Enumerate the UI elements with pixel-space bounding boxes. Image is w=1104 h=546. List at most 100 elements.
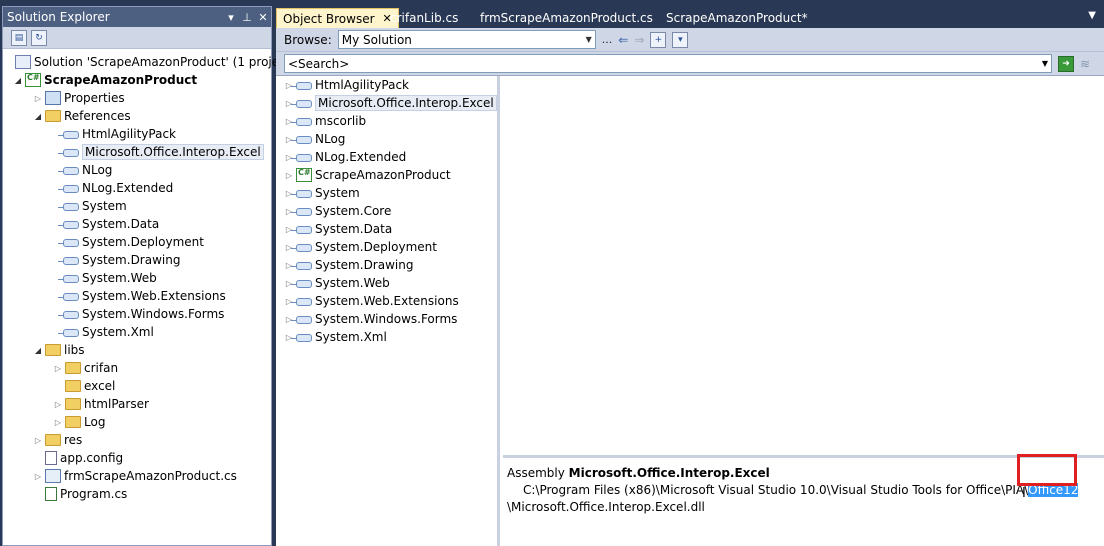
collapsed-arrow-icon[interactable]: ▷ bbox=[33, 472, 43, 481]
object-browser-search-row: <Search> ▼ ➜ ≋ bbox=[276, 52, 1104, 76]
search-go-icon[interactable]: ➜ bbox=[1058, 55, 1074, 72]
collapsed-arrow-icon[interactable]: ▷ bbox=[284, 117, 294, 126]
customize-ellipsis-button[interactable]: ... bbox=[602, 33, 613, 46]
settings-dropdown-icon[interactable]: ▾ bbox=[672, 31, 689, 48]
object-item[interactable]: ▷ System.Windows.Forms bbox=[284, 310, 458, 328]
tree-item-properties[interactable]: ▷ Properties bbox=[33, 89, 125, 107]
clear-search-icon[interactable]: ≋ bbox=[1080, 57, 1090, 71]
object-item[interactable]: ▷ mscorlib bbox=[284, 112, 366, 130]
object-item[interactable]: ▷ System.Data bbox=[284, 220, 392, 238]
description-heading: Assembly Microsoft.Office.Interop.Excel bbox=[507, 465, 1100, 482]
tree-item-program[interactable]: Program.cs bbox=[43, 485, 127, 503]
collapsed-arrow-icon[interactable]: ▷ bbox=[53, 418, 63, 427]
collapsed-arrow-icon[interactable]: ▷ bbox=[284, 243, 294, 252]
object-item[interactable]: ▷ NLog.Extended bbox=[284, 148, 406, 166]
tree-item-app-config[interactable]: app.config bbox=[43, 449, 123, 467]
pin-icon[interactable]: ▾ bbox=[223, 11, 239, 24]
collapsed-arrow-icon[interactable]: ▷ bbox=[284, 279, 294, 288]
browse-scope-value: My Solution bbox=[341, 32, 412, 47]
properties-icon[interactable]: ▤ bbox=[11, 29, 27, 46]
folder-icon bbox=[65, 416, 81, 428]
search-input[interactable]: <Search> ▼ bbox=[284, 54, 1052, 73]
collapsed-arrow-icon[interactable]: ▷ bbox=[284, 261, 294, 270]
object-browser-description-pane[interactable]: Assembly Microsoft.Office.Interop.Excel … bbox=[503, 461, 1104, 546]
tree-item-reference[interactable]: NLog bbox=[58, 161, 112, 179]
collapsed-arrow-icon[interactable]: ▷ bbox=[284, 297, 294, 306]
object-item[interactable]: ▷ Microsoft.Office.Interop.Excel bbox=[284, 94, 497, 112]
tree-item-folder[interactable]: ▷ htmlParser bbox=[53, 395, 149, 413]
forward-arrow-icon[interactable]: ⇒ bbox=[634, 33, 644, 47]
expanded-arrow-icon[interactable]: ◢ bbox=[13, 76, 23, 85]
expanded-arrow-icon[interactable]: ◢ bbox=[33, 346, 43, 355]
search-placeholder: <Search> bbox=[288, 56, 350, 71]
tab-frmscrapeamazonproduct[interactable]: frmScrapeAmazonProduct.cs bbox=[474, 8, 659, 28]
collapsed-arrow-icon[interactable]: ▷ bbox=[284, 99, 294, 108]
tree-item-reference[interactable]: System.Web bbox=[58, 269, 157, 287]
tree-item-folder[interactable]: ▷ crifan bbox=[53, 359, 118, 377]
object-item[interactable]: ▷ System.Xml bbox=[284, 328, 387, 346]
collapsed-arrow-icon[interactable]: ▷ bbox=[284, 189, 294, 198]
object-item[interactable]: ▷ System.Drawing bbox=[284, 256, 414, 274]
tree-item-folder[interactable]: ▷ Log bbox=[53, 413, 106, 431]
collapsed-arrow-icon[interactable]: ▷ bbox=[53, 400, 63, 409]
object-item[interactable]: ▷ ScrapeAmazonProduct bbox=[284, 166, 451, 184]
close-icon[interactable]: ✕ bbox=[255, 11, 271, 24]
tree-item-reference[interactable]: System.Data bbox=[58, 215, 159, 233]
browse-scope-select[interactable]: My Solution ▼ bbox=[337, 30, 596, 49]
tree-item-label: htmlParser bbox=[84, 397, 149, 411]
tree-item-reference[interactable]: System.Drawing bbox=[58, 251, 180, 269]
object-item[interactable]: ▷ HtmlAgilityPack bbox=[284, 76, 409, 94]
object-item[interactable]: ▷ System bbox=[284, 184, 360, 202]
collapsed-arrow-icon[interactable]: ▷ bbox=[284, 171, 294, 180]
object-item[interactable]: ▷ System.Deployment bbox=[284, 238, 437, 256]
collapsed-arrow-icon[interactable]: ▷ bbox=[284, 207, 294, 216]
tree-item-reference[interactable]: System bbox=[58, 197, 127, 215]
tree-item-references[interactable]: ◢ References bbox=[33, 107, 131, 125]
tree-item-solution[interactable]: Solution 'ScrapeAmazonProduct' (1 projec… bbox=[13, 53, 295, 71]
object-item-label: NLog bbox=[315, 132, 346, 146]
back-arrow-icon[interactable]: ⇐ bbox=[618, 33, 628, 47]
tab-list-dropdown-icon[interactable]: ▼ bbox=[1088, 10, 1096, 21]
collapsed-arrow-icon[interactable]: ▷ bbox=[284, 153, 294, 162]
tree-item-libs[interactable]: ◢ libs bbox=[33, 341, 85, 359]
collapsed-arrow-icon[interactable]: ▷ bbox=[284, 225, 294, 234]
tree-item-reference[interactable]: System.Xml bbox=[58, 323, 154, 341]
object-item[interactable]: ▷ System.Core bbox=[284, 202, 391, 220]
tree-item-folder[interactable]: excel bbox=[63, 377, 115, 395]
expanded-arrow-icon[interactable]: ◢ bbox=[33, 112, 43, 121]
tree-item-reference[interactable]: Microsoft.Office.Interop.Excel bbox=[58, 143, 264, 161]
tab-scrapeamazonproduct[interactable]: ScrapeAmazonProduct* bbox=[660, 8, 814, 28]
assembly-icon bbox=[291, 136, 312, 144]
refresh-icon[interactable]: ↻ bbox=[31, 29, 47, 46]
tree-item-reference[interactable]: System.Windows.Forms bbox=[58, 305, 224, 323]
add-reference-icon[interactable]: + bbox=[650, 31, 667, 48]
assembly-icon bbox=[291, 280, 312, 288]
tree-item-res[interactable]: ▷ res bbox=[33, 431, 82, 449]
tree-item-reference[interactable]: System.Deployment bbox=[58, 233, 204, 251]
collapsed-arrow-icon[interactable]: ▷ bbox=[33, 436, 43, 445]
object-browser-members-pane[interactable] bbox=[503, 76, 1104, 458]
tab-object-browser[interactable]: Object Browser ✕ bbox=[276, 8, 399, 28]
tree-item-label: System.Deployment bbox=[82, 235, 204, 249]
tree-item-reference[interactable]: HtmlAgilityPack bbox=[58, 125, 176, 143]
reference-icon bbox=[58, 311, 79, 319]
collapsed-arrow-icon[interactable]: ▷ bbox=[284, 333, 294, 342]
collapsed-arrow-icon[interactable]: ▷ bbox=[284, 135, 294, 144]
tab-crifanlib[interactable]: crifanLib.cs bbox=[384, 8, 464, 28]
tree-item-label: System bbox=[82, 199, 127, 213]
collapsed-arrow-icon[interactable]: ▷ bbox=[284, 81, 294, 90]
object-item[interactable]: ▷ NLog bbox=[284, 130, 346, 148]
object-item[interactable]: ▷ System.Web bbox=[284, 274, 390, 292]
tab-label: crifanLib.cs bbox=[390, 11, 459, 25]
collapsed-arrow-icon[interactable]: ▷ bbox=[284, 315, 294, 324]
collapsed-arrow-icon[interactable]: ▷ bbox=[53, 364, 63, 373]
object-item-label: System.Windows.Forms bbox=[315, 312, 458, 326]
tree-item-reference[interactable]: NLog.Extended bbox=[58, 179, 173, 197]
tree-item-form[interactable]: ▷ frmScrapeAmazonProduct.cs bbox=[33, 467, 237, 485]
object-item[interactable]: ▷ System.Web.Extensions bbox=[284, 292, 459, 310]
tree-item-project[interactable]: ◢ ScrapeAmazonProduct bbox=[13, 71, 197, 89]
collapsed-arrow-icon[interactable]: ▷ bbox=[33, 94, 43, 103]
tree-item-reference[interactable]: System.Web.Extensions bbox=[58, 287, 226, 305]
chevron-down-icon[interactable]: ▼ bbox=[1042, 59, 1048, 68]
autohide-icon[interactable]: ⊥ bbox=[239, 11, 255, 24]
